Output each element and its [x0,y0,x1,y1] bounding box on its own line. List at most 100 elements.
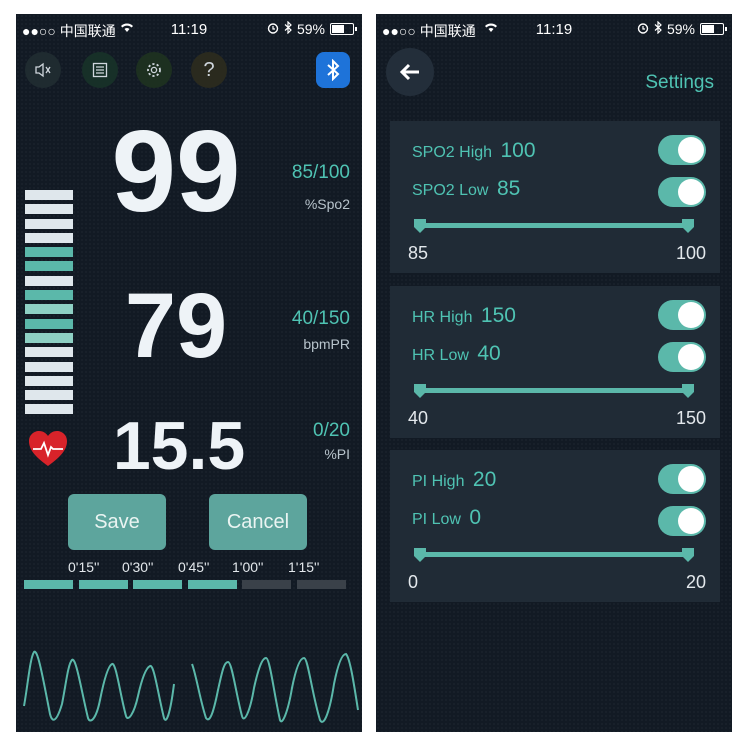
range-max-label: 100 [675,243,706,263]
range-min-label: 0 [408,572,419,592]
settings-title: Settings [645,72,714,93]
pr-value: 79 [124,275,228,377]
strength-bar [25,190,73,200]
status-bar: ●●○○ 中国联通 11:19 59% [376,14,732,44]
timeline-segment [133,580,182,589]
alarm-panel: HR High 150 HR Low 40 40 150 [390,286,720,438]
toggle-knob [678,508,704,534]
list-icon [92,62,108,78]
status-bar: ●●○○ 中国联通 11:19 59% [16,14,362,44]
timeline-label: 0'30'' [122,559,154,575]
alarm-icon [267,21,279,37]
battery-percent: 59% [666,21,695,37]
strength-bar [25,375,73,386]
gear-icon [147,63,161,77]
high-limit-label: PI High 20 [412,468,496,492]
high-label-text: HR High [412,309,473,326]
strength-bar [25,232,73,243]
low-label-text: SPO2 Low [412,182,489,199]
battery-fill [332,25,344,33]
low-limit-label: SPO2 Low 85 [412,177,520,201]
pi-unit: %PI [324,446,350,462]
mute-icon [35,62,51,78]
alarm-panel: PI High 20 PI Low 0 0 20 [390,450,720,602]
low-label-text: PI Low [412,511,461,528]
toggle-knob [678,466,704,492]
high-limit-value: 150 [480,304,516,327]
cancel-button[interactable]: Cancel [209,494,307,550]
low-limit-label: PI Low 0 [412,506,481,530]
slider-max-handle[interactable] [682,384,694,398]
pi-range: 0/20 [313,420,350,441]
arrow-left-icon [399,63,419,81]
strength-bar [25,318,73,329]
pr-unit: bpmPR [303,336,350,352]
bluetooth-icon [284,20,292,37]
pi-value: 15.5 [112,408,246,484]
settings-screen: ●●○○ 中国联通 11:19 59% Settings SPO2 High 1… [376,14,732,732]
strength-bar [25,347,73,358]
high-alarm-toggle[interactable] [658,464,706,494]
high-label-text: PI High [412,473,465,490]
timeline-label: 0'45'' [178,559,210,575]
slider-min-handle[interactable] [414,219,426,233]
slider-max-handle[interactable] [682,219,694,233]
battery-icon [700,23,727,35]
toggle-knob [678,179,704,205]
save-button[interactable]: Save [68,494,166,550]
bluetooth-icon [654,20,662,37]
low-alarm-toggle[interactable] [658,177,706,207]
help-button[interactable]: ? [191,52,227,88]
low-limit-value: 40 [477,342,501,365]
strength-bar [25,390,73,401]
low-alarm-toggle[interactable] [658,506,706,536]
timeline-segment [187,580,237,589]
slider-min-handle[interactable] [414,384,426,398]
range-slider-track[interactable] [420,552,688,557]
low-limit-value: 0 [469,506,482,529]
high-limit-label: SPO2 High 100 [412,139,536,163]
status-right: 59% [267,20,357,37]
heart-icon [28,430,68,470]
mute-button[interactable] [25,52,61,88]
range-max-label: 20 [685,572,706,592]
low-alarm-toggle[interactable] [658,342,706,372]
pleth-waveform [23,650,359,723]
toggle-knob [678,302,704,328]
timeline-segment [78,580,128,589]
toggle-knob [678,137,704,163]
slider-max-handle[interactable] [682,548,694,562]
strength-bar [25,247,73,258]
toggle-knob [678,344,704,370]
range-slider-track[interactable] [420,223,688,228]
strength-bar [25,304,73,315]
bluetooth-button[interactable] [316,52,350,88]
high-limit-label: HR High 150 [412,304,516,328]
strength-bar [25,332,73,343]
back-button[interactable] [386,48,434,96]
range-max-label: 150 [675,408,706,428]
high-alarm-toggle[interactable] [658,300,706,330]
strength-bar [25,361,73,372]
range-slider-track[interactable] [420,388,688,393]
spo2-range: 85/100 [291,162,350,183]
log-button[interactable] [82,52,118,88]
spo2-unit: %Spo2 [304,196,350,212]
strength-bar [25,290,73,301]
settings-button[interactable] [136,52,172,88]
timeline-label: 0'15'' [68,559,100,575]
slider-min-handle[interactable] [414,548,426,562]
high-alarm-toggle[interactable] [658,135,706,165]
spo2-value: 99 [111,106,241,236]
high-limit-value: 20 [472,468,497,491]
low-limit-label: HR Low 40 [412,342,501,366]
strength-bar [25,261,73,272]
battery-fill [702,25,714,33]
battery-percent: 59% [296,21,325,37]
bluetooth-icon [327,59,340,81]
signal-strength-bars [25,190,73,419]
alarm-icon [637,21,649,37]
alarm-panel: SPO2 High 100 SPO2 Low 85 85 100 [390,121,720,273]
timeline-segment [24,580,73,589]
status-right: 59% [637,20,727,37]
